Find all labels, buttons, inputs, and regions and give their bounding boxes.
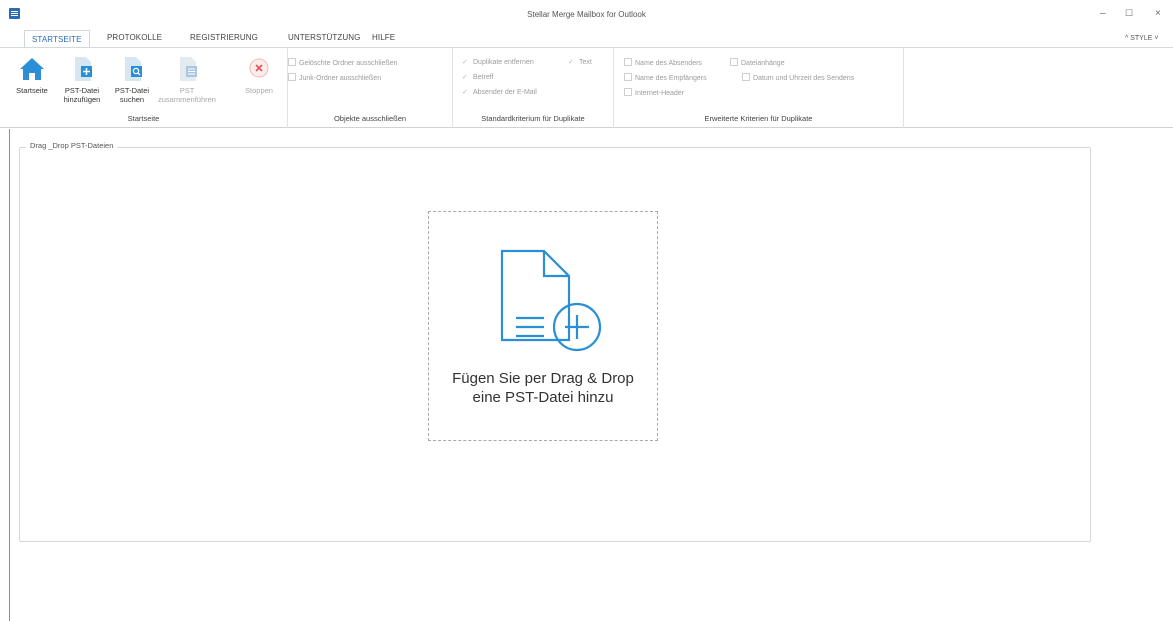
stop-button-label: Stoppen bbox=[245, 86, 273, 95]
option-label: Text bbox=[579, 59, 592, 66]
option-label: Dateianhänge bbox=[741, 60, 785, 67]
group-label-standard: Standardkriterium für Duplikate bbox=[481, 114, 585, 123]
add-file-icon bbox=[75, 57, 92, 81]
checkbox[interactable] bbox=[288, 73, 296, 81]
drop-line-2: eine PST-Datei hinzu bbox=[472, 389, 614, 406]
option-exclude-deleted[interactable]: Gelöschte Ordner ausschließen bbox=[288, 58, 397, 67]
option-recipient-name[interactable]: Name des Empfängers bbox=[624, 73, 707, 82]
search-pst-label-1: PST-Datei bbox=[114, 86, 150, 95]
option-label: Name des Empfängers bbox=[635, 75, 707, 82]
search-pst-label-2: suchen bbox=[119, 95, 145, 104]
option-send-datetime[interactable]: Datum und Uhrzeit des Sendens bbox=[742, 73, 854, 82]
option-remove-duplicates[interactable]: ✓ Duplikate entfernen bbox=[462, 58, 534, 66]
option-sender-email[interactable]: ✓ Absender der E-Mail bbox=[462, 88, 537, 96]
group-objekte: Gelöschte Ordner ausschließen Junk-Ordne… bbox=[288, 48, 453, 128]
tab-registrierung[interactable]: REGISTRIERUNG bbox=[190, 33, 258, 42]
add-document-icon bbox=[500, 249, 602, 352]
checkmark-icon[interactable]: ✓ bbox=[462, 58, 470, 66]
option-label: Gelöschte Ordner ausschließen bbox=[299, 60, 398, 67]
checkmark-icon[interactable]: ✓ bbox=[462, 88, 470, 96]
merge-file-icon bbox=[180, 57, 197, 81]
drop-line-1: Fügen Sie per Drag & Drop bbox=[452, 370, 634, 387]
add-pst-label-1: PST-Datei bbox=[64, 86, 100, 95]
checkbox[interactable] bbox=[288, 58, 296, 66]
group-erweitert: Name des Absenders Dateianhänge Name des… bbox=[614, 48, 904, 128]
option-label: Duplikate entfernen bbox=[473, 59, 534, 66]
option-label: Name des Absenders bbox=[635, 60, 702, 67]
home-button-label: Startseite bbox=[16, 86, 48, 95]
checkmark-icon[interactable]: ✓ bbox=[462, 73, 470, 81]
drop-panel-title: Drag _Drop PST-Dateien bbox=[26, 141, 118, 150]
option-exclude-junk[interactable]: Junk-Ordner ausschließen bbox=[288, 73, 381, 82]
title-bar: Stellar Merge Mailbox for Outlook – ☐ × bbox=[0, 0, 1173, 30]
stop-icon bbox=[249, 58, 269, 78]
checkbox[interactable] bbox=[624, 88, 632, 96]
merge-pst-label-2: zusammenführen bbox=[158, 95, 216, 104]
window-title: Stellar Merge Mailbox for Outlook bbox=[527, 10, 646, 19]
option-text[interactable]: ✓ Text bbox=[568, 58, 592, 66]
tab-startseite[interactable]: STARTSEITE bbox=[24, 30, 90, 48]
drop-zone[interactable]: Fügen Sie per Drag & Drop eine PST-Datei… bbox=[428, 211, 658, 441]
checkbox[interactable] bbox=[624, 73, 632, 81]
add-pst-label-2: hinzufügen bbox=[63, 95, 101, 104]
ribbon-tabs: STARTSEITE PROTOKOLLE REGISTRIERUNG UNTE… bbox=[0, 30, 1173, 48]
drop-instruction: Fügen Sie per Drag & Drop eine PST-Datei… bbox=[429, 369, 657, 407]
option-label: Betreff bbox=[473, 74, 494, 81]
stop-button[interactable]: Stoppen bbox=[236, 54, 282, 95]
checkbox[interactable] bbox=[730, 58, 738, 66]
option-attachments[interactable]: Dateianhänge bbox=[730, 58, 785, 67]
tab-protokolle[interactable]: PROTOKOLLE bbox=[107, 33, 162, 42]
group-standard: ✓ Duplikate entfernen ✓ Text ✓ Betreff ✓ Abs… bbox=[453, 48, 614, 128]
search-file-icon bbox=[125, 57, 142, 81]
option-label: Datum und Uhrzeit des Sendens bbox=[753, 75, 855, 82]
option-internet-header[interactable]: Internet-Header bbox=[624, 88, 684, 97]
merge-pst-label-1: PST bbox=[179, 86, 195, 95]
style-menu[interactable]: ^ STYLE ˅ bbox=[1125, 35, 1158, 42]
group-startseite: Startseite PST-Datei hinzufügen PST-Date… bbox=[0, 48, 288, 128]
add-pst-button[interactable]: PST-Datei hinzufügen bbox=[62, 54, 102, 104]
search-pst-button[interactable]: PST-Datei suchen bbox=[112, 54, 152, 104]
home-icon bbox=[20, 58, 44, 80]
group-label-objekte: Objekte ausschließen bbox=[333, 114, 407, 123]
option-subject[interactable]: ✓ Betreff bbox=[462, 73, 494, 81]
merge-pst-button[interactable]: PST zusammenführen bbox=[155, 54, 219, 104]
option-label: Junk-Ordner ausschließen bbox=[299, 75, 382, 82]
option-sender-name[interactable]: Name des Absenders bbox=[624, 58, 702, 67]
tab-unterstuetzung[interactable]: UNTERSTÜTZUNG bbox=[288, 33, 360, 42]
option-label: Internet-Header bbox=[635, 90, 685, 97]
group-label-startseite: Startseite bbox=[127, 114, 160, 123]
home-button[interactable]: Startseite bbox=[13, 54, 51, 95]
minimize-button[interactable]: – bbox=[1100, 8, 1106, 19]
checkbox[interactable] bbox=[742, 73, 750, 81]
close-button[interactable]: × bbox=[1155, 8, 1161, 19]
restore-button[interactable]: ☐ bbox=[1125, 8, 1133, 19]
option-label: Absender der E-Mail bbox=[473, 89, 537, 96]
ribbon: Startseite PST-Datei hinzufügen PST-Date… bbox=[0, 47, 1173, 128]
tab-hilfe[interactable]: HILFE bbox=[372, 33, 395, 42]
group-label-erweitert: Erweiterte Kriterien für Duplikate bbox=[704, 114, 813, 123]
checkbox[interactable] bbox=[624, 58, 632, 66]
left-divider bbox=[9, 129, 10, 621]
checkmark-icon[interactable]: ✓ bbox=[568, 58, 576, 66]
